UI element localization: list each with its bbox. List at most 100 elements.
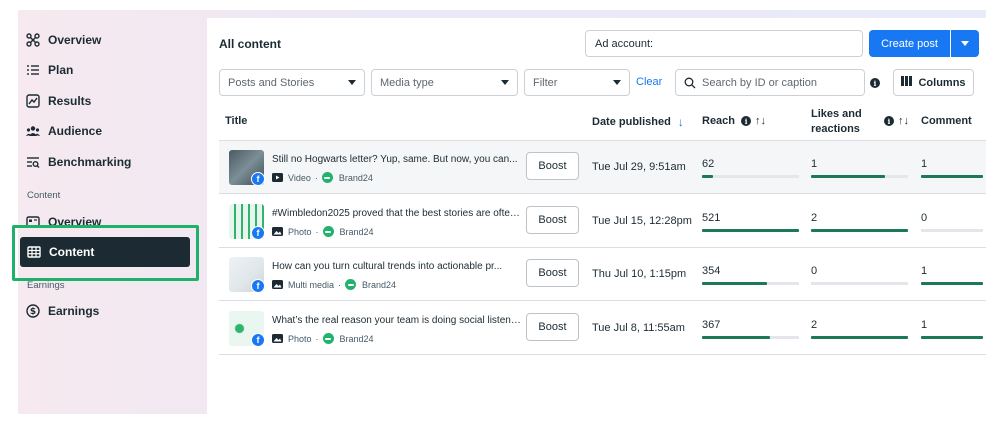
boost-button[interactable]: Boost	[526, 313, 579, 341]
sidebar-item-benchmarking[interactable]: Benchmarking	[26, 148, 131, 176]
post-meta: Video · Brand24	[272, 172, 373, 183]
photo-icon	[272, 334, 283, 343]
post-type: Photo	[288, 226, 312, 237]
search-input[interactable]: Search by ID or caption	[675, 69, 865, 96]
column-header-likes-controls[interactable]: i ↑↓	[884, 115, 909, 127]
likes-bar	[811, 175, 908, 178]
likes-value: 1	[811, 158, 818, 170]
header-label: Reach	[702, 115, 736, 127]
columns-label: Columns	[918, 76, 966, 89]
reach-bar	[702, 175, 799, 178]
likes-bar	[811, 282, 908, 285]
brand-avatar-icon	[322, 226, 334, 237]
page-title: All content	[219, 37, 281, 51]
columns-button[interactable]: Columns	[893, 69, 974, 96]
page-name: Brand24	[339, 226, 374, 237]
reach-bar	[702, 336, 799, 339]
sidebar-item-results[interactable]: Results	[26, 87, 91, 115]
post-meta: Photo · Brand24	[272, 333, 374, 344]
table-row[interactable]: f What’s the real reason your team is doi…	[219, 302, 986, 355]
facebook-icon: f	[251, 172, 265, 186]
section-label-content: Content	[27, 190, 61, 201]
plan-icon	[26, 63, 40, 77]
facebook-icon: f	[251, 279, 265, 293]
post-meta: Photo · Brand24	[272, 226, 374, 237]
chevron-down-icon	[348, 80, 356, 85]
brand-avatar-icon	[321, 172, 333, 183]
column-header-comments[interactable]: Comment	[921, 115, 972, 127]
post-caption[interactable]: What’s the real reason your team is doin…	[272, 315, 522, 326]
sidebar-item-label: Plan	[48, 63, 74, 77]
sidebar-item-label: Earnings	[48, 304, 100, 318]
post-type: Multi media	[288, 279, 335, 290]
comments-value: 0	[921, 212, 928, 224]
post-caption[interactable]: How can you turn cultural trends into ac…	[272, 261, 522, 272]
sidebar-item-plan[interactable]: Plan	[26, 56, 73, 84]
search-icon	[684, 77, 696, 92]
sort-icon: ↑↓	[755, 115, 767, 127]
reach-value: 521	[702, 212, 721, 224]
sidebar-item-label: Results	[48, 94, 92, 108]
date-published: Tue Jul 15, 12:28pm	[592, 215, 692, 227]
dollar-icon: $	[26, 304, 40, 318]
highlight-annotation	[12, 225, 199, 281]
app-frame: Overview Plan Results Audience Benchmark…	[0, 0, 1000, 425]
dropdown-label: Filter	[533, 76, 558, 89]
post-caption[interactable]: #Wimbledon2025 proved that the best stor…	[272, 208, 522, 219]
results-icon	[26, 94, 40, 108]
separator-dot: ·	[338, 279, 342, 290]
separator-dot: ·	[315, 226, 319, 237]
comments-bar-fill	[921, 175, 983, 178]
boost-button[interactable]: Boost	[526, 152, 579, 180]
sort-down-arrow-icon: ↓	[677, 115, 684, 129]
sidebar-item-label: Overview	[48, 33, 102, 47]
info-icon[interactable]: i	[870, 78, 880, 88]
posts-type-dropdown[interactable]: Posts and Stories	[219, 69, 365, 96]
comments-bar-fill	[921, 282, 983, 285]
column-header-title[interactable]: Title	[225, 115, 247, 127]
likes-bar	[811, 336, 908, 339]
overview-icon	[26, 33, 40, 47]
comments-value: 1	[921, 319, 928, 331]
separator-dot: ·	[315, 333, 319, 344]
column-header-reach[interactable]: Reach i ↑↓	[702, 115, 766, 127]
comments-bar	[921, 336, 983, 339]
info-icon: i	[884, 116, 894, 126]
sidebar-item-label: Audience	[48, 124, 103, 138]
filter-dropdown[interactable]: Filter	[524, 69, 630, 96]
svg-text:$: $	[30, 307, 36, 317]
sidebar-item-audience[interactable]: Audience	[26, 117, 102, 145]
table-row[interactable]: f #Wimbledon2025 proved that the best sto…	[219, 195, 986, 248]
comments-bar	[921, 175, 983, 178]
create-post-button[interactable]: Create post	[869, 30, 950, 57]
create-post-dropdown-button[interactable]	[951, 30, 979, 57]
media-type-dropdown[interactable]: Media type	[371, 69, 518, 96]
comments-bar-fill	[921, 336, 983, 339]
reach-value: 62	[702, 158, 715, 170]
brand-avatar-icon	[345, 279, 357, 290]
reach-bar-fill	[702, 336, 770, 339]
multi-media-icon	[272, 280, 283, 289]
boost-button[interactable]: Boost	[526, 206, 579, 234]
table-row[interactable]: f How can you turn cultural trends into a…	[219, 248, 986, 301]
photo-icon	[272, 227, 283, 236]
column-header-date[interactable]: Date published ↓	[592, 115, 684, 129]
likes-bar-fill	[811, 229, 908, 232]
brand-avatar-icon	[322, 333, 334, 344]
separator-dot: ·	[314, 172, 318, 183]
info-icon: i	[741, 116, 752, 126]
sidebar-item-earnings[interactable]: $ Earnings	[26, 297, 99, 325]
facebook-icon: f	[251, 333, 265, 347]
boost-button[interactable]: Boost	[526, 259, 579, 287]
likes-value: 2	[811, 319, 818, 331]
clear-filters-link[interactable]: Clear	[636, 76, 662, 88]
reach-bar-fill	[702, 282, 767, 285]
page-name: Brand24	[362, 279, 397, 290]
table-row[interactable]: f Still no Hogwarts letter? Yup, same. Bu…	[219, 141, 986, 194]
post-caption[interactable]: Still no Hogwarts letter? Yup, same. But…	[272, 154, 522, 165]
dropdown-label: Posts and Stories	[228, 76, 315, 89]
column-header-likes[interactable]: Likes and reactions	[811, 107, 871, 137]
ad-account-field[interactable]: Ad account:	[585, 30, 863, 57]
post-type: Video	[288, 172, 311, 183]
sidebar-item-overview[interactable]: Overview	[26, 26, 101, 54]
